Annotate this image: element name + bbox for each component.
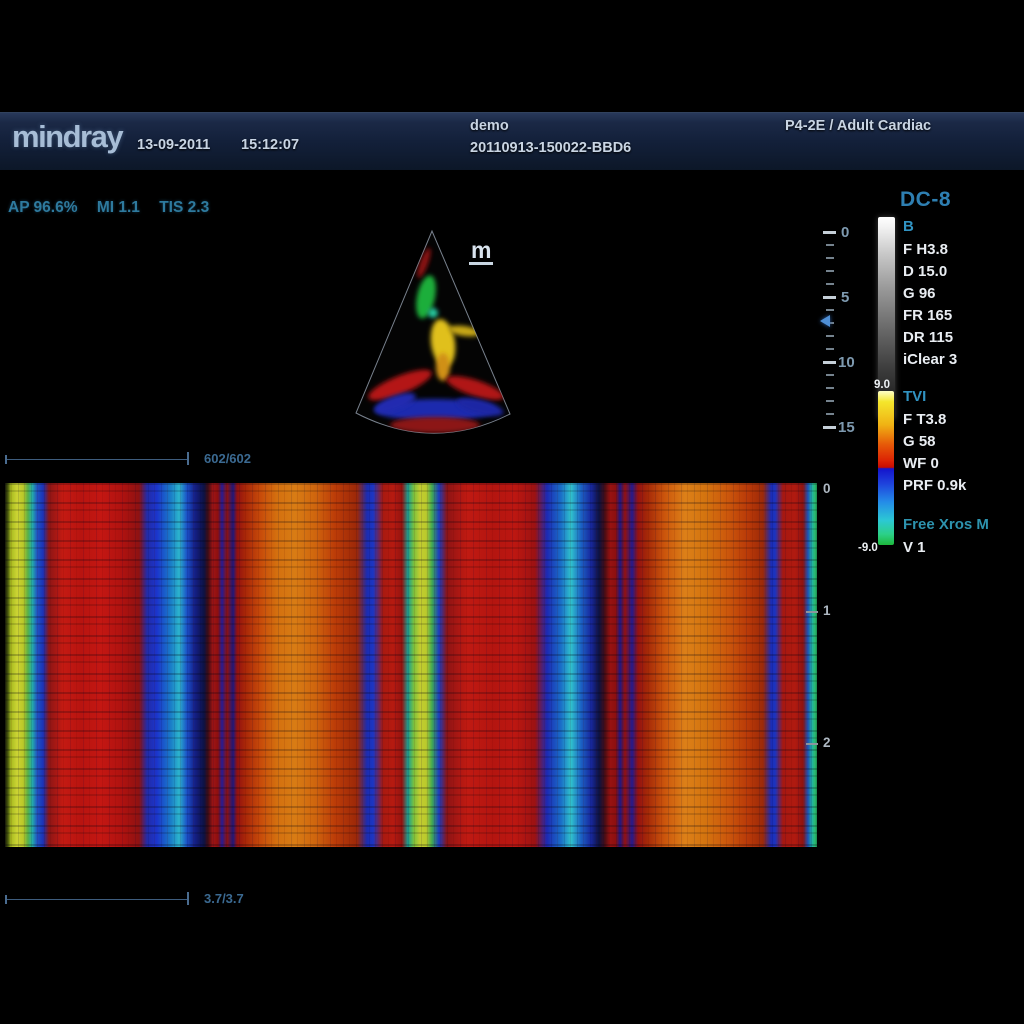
time-scale-value: 3.7/3.7 <box>204 891 244 906</box>
patient-name: demo <box>470 118 509 134</box>
tvi-color-bar <box>878 391 894 545</box>
bmode-dynamic-range: DR 115 <box>903 329 953 346</box>
sector-image <box>340 225 530 440</box>
exam-id: 20110913-150022-BBD6 <box>470 140 631 156</box>
m-mode-orientation-marker: m <box>469 240 493 265</box>
bmode-iclear: iClear 3 <box>903 351 957 368</box>
depth-label-10: 10 <box>838 354 855 371</box>
mmode-depth-0: 0 <box>823 481 831 496</box>
tvi-mode-label: TVI <box>903 388 926 405</box>
time-scale-line <box>5 899 189 900</box>
bmode-label: B <box>903 218 914 235</box>
mmode-depth-1: 1 <box>823 603 831 618</box>
depth-label-15: 15 <box>838 419 855 436</box>
exam-time: 15:12:07 <box>241 137 299 153</box>
tvi-wall-filter: WF 0 <box>903 455 939 472</box>
header-bar: mindray 13-09-2011 15:12:07 demo 2011091… <box>0 112 1024 170</box>
mindray-logo: mindray <box>12 119 122 155</box>
thermal-index: TIS 2.3 <box>159 199 209 216</box>
exam-date: 13-09-2011 <box>137 137 210 153</box>
acoustic-status: AP 96.6% MI 1.1 TIS 2.3 <box>8 199 224 217</box>
depth-ruler-major-tick <box>823 296 836 299</box>
xros-sweep-speed: V 1 <box>903 539 926 556</box>
depth-label-0: 0 <box>841 224 849 241</box>
system-model: DC-8 <box>900 188 951 212</box>
sector-svg <box>340 225 530 440</box>
tvi-frequency: F T3.8 <box>903 411 946 428</box>
mmode-tvi-trace <box>5 483 817 847</box>
bmode-framerate: FR 165 <box>903 307 952 324</box>
mmode-depth-tick <box>806 611 818 613</box>
depth-ruler-major-tick <box>823 231 836 234</box>
depth-ruler-major-tick <box>823 426 836 429</box>
color-scale-max: 9.0 <box>874 379 890 391</box>
mechanical-index: MI 1.1 <box>97 199 140 216</box>
acoustic-power: AP 96.6% <box>8 199 78 216</box>
depth-ruler-major-tick <box>823 361 836 364</box>
frame-scale-line <box>5 459 189 460</box>
probe-preset: P4-2E / Adult Cardiac <box>785 118 931 134</box>
depth-label-5: 5 <box>841 289 849 306</box>
mmode-depth-tick <box>806 743 818 745</box>
mmode-depth-2: 2 <box>823 735 831 750</box>
ultrasound-screen: mindray 13-09-2011 15:12:07 demo 2011091… <box>0 0 1024 1024</box>
color-scale-min: -9.0 <box>858 542 878 554</box>
focus-marker-icon <box>820 315 830 327</box>
bmode-gain: G 96 <box>903 285 936 302</box>
tvi-prf: PRF 0.9k <box>903 477 966 494</box>
depth-ruler-minor-ticks <box>826 231 834 429</box>
frame-counter: 602/602 <box>204 451 251 466</box>
tvi-gain: G 58 <box>903 433 936 450</box>
bmode-frequency: F H3.8 <box>903 241 948 258</box>
bmode-depth: D 15.0 <box>903 263 947 280</box>
free-xros-m-label: Free Xros M <box>903 516 989 533</box>
